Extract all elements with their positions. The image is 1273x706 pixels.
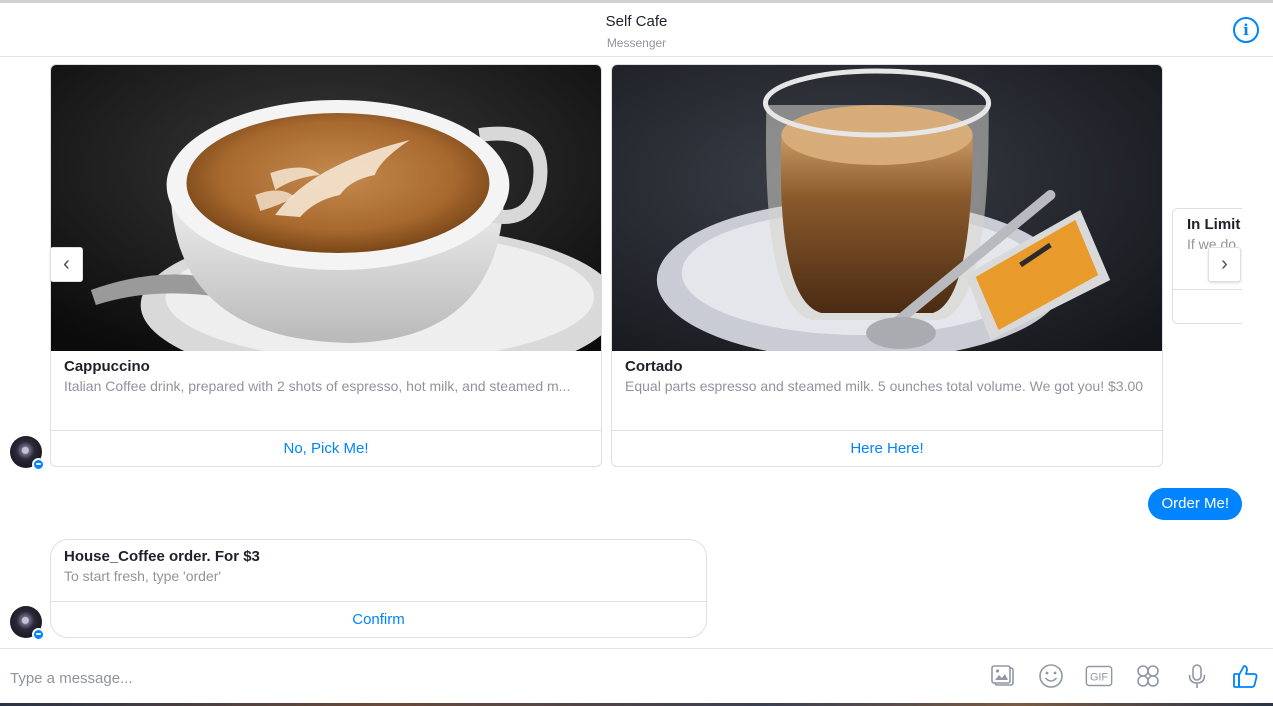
order-title: House_Coffee order. For $3: [64, 548, 260, 565]
cappuccino-photo: [51, 65, 601, 351]
microphone-icon[interactable]: [1183, 662, 1211, 690]
outgoing-message: Order Me!: [1148, 488, 1242, 520]
avatar: [10, 606, 45, 641]
here-here-button[interactable]: Here Here!: [612, 430, 1162, 466]
emoji-icon[interactable]: [1037, 662, 1065, 690]
gif-label: GIF: [1090, 672, 1108, 684]
chevron-left-icon[interactable]: ‹: [50, 247, 83, 282]
card-title: Cappuccino: [64, 358, 150, 375]
carousel-card-cappuccino: Cappuccino Italian Coffee drink, prepare…: [50, 64, 602, 467]
card-subtitle: Italian Coffee drink, prepared with 2 sh…: [64, 378, 571, 394]
thumbs-up-icon[interactable]: [1231, 662, 1259, 690]
sticker-icon[interactable]: [1134, 662, 1162, 690]
cortado-photo: [612, 65, 1162, 351]
order-subtitle: To start fresh, type 'order': [64, 568, 222, 584]
carousel-card-cortado: Cortado Equal parts espresso and steamed…: [611, 64, 1163, 467]
confirm-button[interactable]: Confirm: [51, 601, 706, 637]
avatar: [10, 436, 45, 471]
messenger-badge-icon: [32, 458, 45, 471]
gif-icon[interactable]: GIF: [1085, 662, 1116, 690]
order-confirmation-card: House_Coffee order. For $3 To start fres…: [50, 539, 707, 638]
no-pick-me-button[interactable]: No, Pick Me!: [51, 430, 601, 466]
card-title: In Limit: [1187, 216, 1241, 233]
messenger-badge-icon: [32, 628, 45, 641]
message-composer: GIF: [0, 648, 1273, 703]
info-icon[interactable]: i: [1233, 17, 1259, 43]
photo-icon[interactable]: [989, 662, 1017, 690]
conversation-subtitle: Messenger: [606, 36, 667, 50]
card-subtitle: Equal parts espresso and steamed milk. 5…: [625, 378, 1144, 394]
conversation-header: Self Cafe Messenger i: [0, 3, 1273, 57]
card-divider: [1173, 289, 1242, 290]
conversation-title: Self Cafe: [605, 13, 668, 30]
message-input[interactable]: [10, 666, 910, 690]
card-title: Cortado: [625, 358, 683, 375]
chevron-right-icon[interactable]: ›: [1208, 247, 1241, 282]
message-thread[interactable]: Cappuccino Italian Coffee drink, prepare…: [0, 58, 1273, 648]
